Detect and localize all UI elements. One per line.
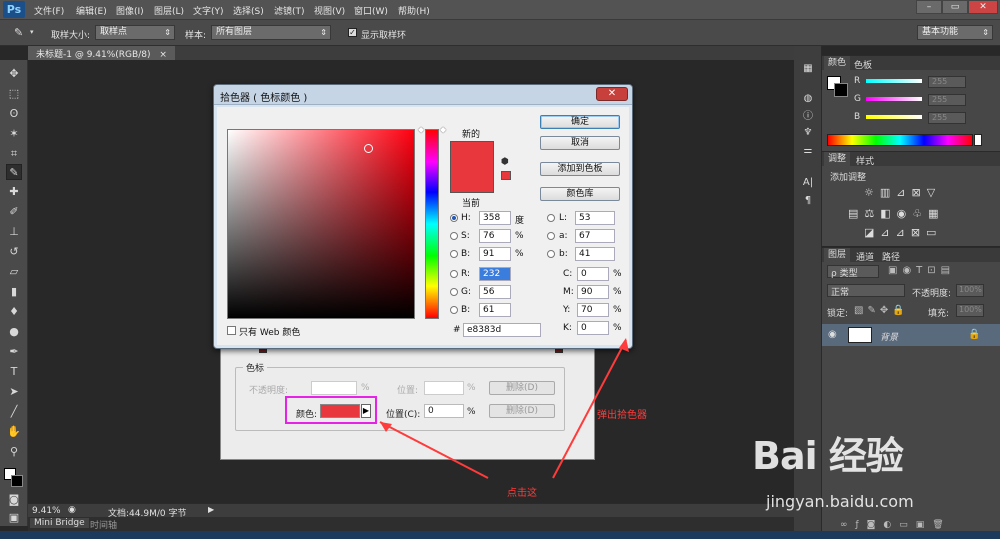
red-channel-field[interactable]: 255 — [928, 76, 966, 88]
blue-channel-slider[interactable] — [866, 115, 922, 119]
color-spectrum-bar[interactable] — [827, 134, 973, 146]
status-icon[interactable]: ◉ — [68, 505, 76, 515]
panel-background-swatch[interactable] — [834, 83, 848, 97]
adjustments-panel-header: 调整 样式 — [822, 152, 1000, 167]
layers-panel: 图层 通道 路径 ρ 类型 ▣◉T⊡▤ 正常 不透明度: 100% 锁定: ▧✎… — [822, 247, 1000, 531]
add-adjustment-label: 添加调整 — [830, 173, 867, 183]
adjustment-icons-row-1[interactable]: ☼▥⊿⊠▽ — [864, 186, 941, 199]
layer-thumbnail — [848, 327, 872, 343]
adjustment-icons-row-2[interactable]: ▤⚖◧◉♧▦ — [848, 207, 945, 220]
red-channel-label: R — [854, 76, 861, 86]
brush-panel-icon[interactable]: ♆ — [801, 126, 815, 140]
tab-layers[interactable]: 图层 — [824, 248, 851, 262]
opacity-label: 不透明度: — [912, 289, 952, 299]
layer-row-background[interactable]: ◉ 背景 🔒 — [822, 324, 1000, 346]
layer-name[interactable]: 背景 — [880, 330, 898, 343]
lock-label: 锁定: — [827, 309, 849, 319]
layer-opacity-field[interactable]: 100% — [956, 284, 984, 297]
lock-icons[interactable]: ▧✎✥🔒 — [854, 305, 909, 316]
baidu-watermark-logo: Bai 经验 — [752, 434, 904, 478]
adjustment-icons-row-3[interactable]: ◪⊿⊿⊠▭ — [864, 226, 942, 239]
layer-filter-icons[interactable]: ▣◉T⊡▤ — [888, 265, 955, 276]
brush-presets-panel-icon[interactable]: ⚌ — [801, 144, 815, 158]
blend-mode-select[interactable]: 正常 — [827, 284, 905, 298]
tab-paths[interactable]: 路径 — [882, 250, 900, 263]
blue-channel-field[interactable]: 255 — [928, 112, 966, 124]
paragraph-panel-icon[interactable]: ¶ — [801, 194, 815, 208]
tab-color[interactable]: 颜色 — [824, 56, 851, 70]
annotation-click-here: 点击这 — [507, 488, 537, 499]
tab-timeline[interactable]: 时间轴 — [90, 518, 117, 531]
status-bar: 9.41% ◉ 文档:44.9M/0 字节 ▶ — [28, 503, 794, 519]
windows-taskbar — [0, 531, 1000, 539]
info-panel-icon[interactable]: ⓘ — [801, 110, 815, 124]
bottom-panel-tabs: Mini Bridge 时间轴 — [28, 517, 794, 531]
arrow-to-color-swatch — [379, 421, 489, 479]
tab-mini-bridge[interactable]: Mini Bridge — [30, 518, 89, 528]
zoom-level[interactable]: 9.41% — [32, 506, 61, 516]
color-panel: 颜色 色板 R 255 G 255 B 255 — [822, 55, 1000, 151]
fill-label: 填充: — [928, 309, 950, 319]
layers-panel-header: 图层 通道 路径 — [822, 248, 1000, 263]
green-channel-slider[interactable] — [866, 97, 922, 101]
tab-adjustments[interactable]: 调整 — [824, 152, 851, 166]
tab-styles[interactable]: 样式 — [856, 154, 874, 167]
history-panel-icon[interactable]: ▦ — [801, 62, 815, 76]
lock-icon: 🔒 — [968, 329, 981, 340]
adjustments-panel: 调整 样式 添加调整 ☼▥⊿⊠▽ ▤⚖◧◉♧▦ ◪⊿⊿⊠▭ — [822, 151, 1000, 246]
blue-channel-label: B — [854, 112, 861, 122]
spectrum-white-swatch[interactable] — [974, 134, 982, 146]
layer-filter-select[interactable]: ρ 类型 — [827, 265, 879, 279]
color-panel-header: 颜色 色板 — [822, 56, 1000, 71]
fill-field[interactable]: 100% — [956, 304, 984, 317]
properties-panel-icon[interactable]: ◍ — [801, 92, 815, 106]
status-menu-arrow-icon[interactable]: ▶ — [208, 505, 214, 514]
baidu-watermark-url: jingyan.baidu.com — [766, 492, 914, 511]
red-channel-slider[interactable] — [866, 79, 922, 83]
green-channel-field[interactable]: 255 — [928, 94, 966, 106]
annotation-popup-picker: 弹出拾色器 — [597, 410, 647, 421]
layer-action-icons[interactable]: ∞ƒ◙◐▭▣🗑 — [840, 520, 952, 530]
tab-swatches[interactable]: 色板 — [854, 58, 872, 71]
eye-icon[interactable]: ◉ — [828, 329, 837, 340]
character-panel-icon[interactable]: A| — [801, 176, 815, 190]
green-channel-label: G — [854, 94, 861, 104]
tab-channels[interactable]: 通道 — [856, 250, 874, 263]
